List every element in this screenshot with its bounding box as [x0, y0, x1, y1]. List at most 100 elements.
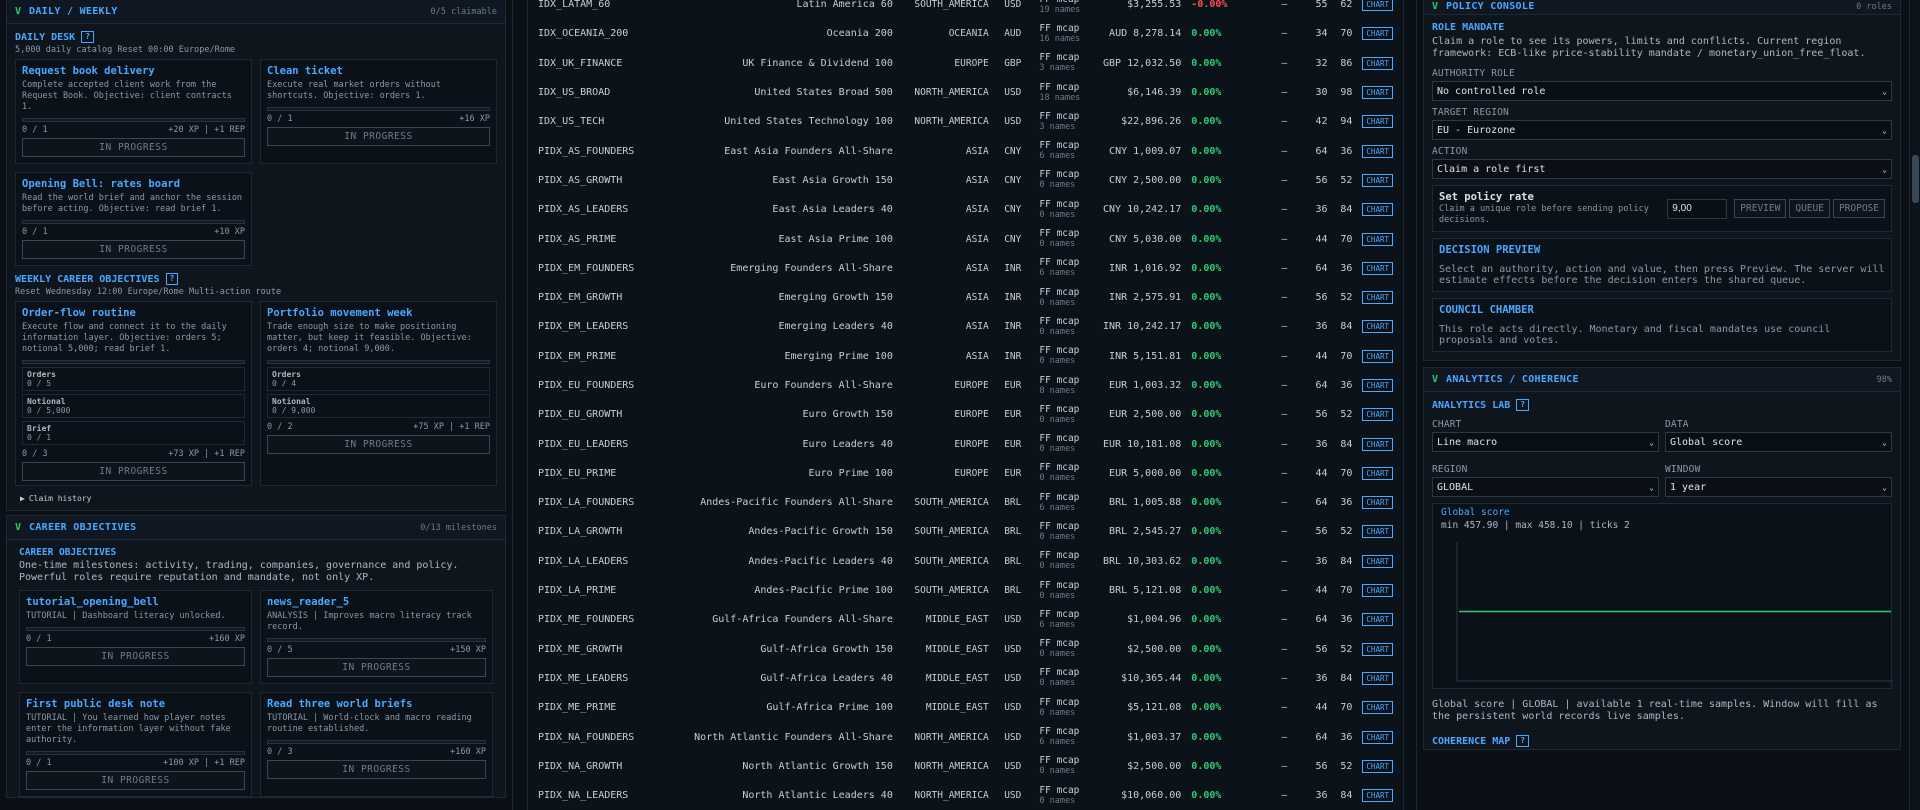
- chart-button[interactable]: CHART: [1362, 379, 1393, 392]
- panel-title: ANALYTICS / COHERENCE: [1446, 374, 1579, 385]
- queue-button[interactable]: QUEUE: [1789, 199, 1830, 218]
- help-icon[interactable]: ?: [165, 273, 179, 285]
- chart-button[interactable]: CHART: [1362, 115, 1393, 129]
- table-row[interactable]: PIDX_EM_GROWTH Emerging Growth 150 ASIA INR…: [528, 283, 1403, 312]
- table-row[interactable]: PIDX_NA_FOUNDERS North Atlantic Founders …: [528, 722, 1403, 751]
- chart-button[interactable]: CHART: [1362, 613, 1393, 627]
- table-row[interactable]: PIDX_ME_PRIME Gulf-Africa Prime 100 MIDDLE…: [528, 693, 1403, 722]
- table-row[interactable]: PIDX_EU_GROWTH Euro Growth 150 EUROPE EUR FF…: [528, 400, 1403, 429]
- table-row[interactable]: PIDX_AS_LEADERS East Asia Leaders 40 ASIA C…: [528, 195, 1403, 224]
- chart-button[interactable]: CHART: [1362, 525, 1393, 539]
- chart-button[interactable]: CHART: [1362, 144, 1393, 158]
- chart-button[interactable]: CHART: [1362, 554, 1393, 568]
- table-row[interactable]: IDX_UK_FINANCE UK Finance & Dividend 100 E…: [528, 49, 1403, 78]
- region-value: EU - Eurozone: [1437, 124, 1516, 136]
- chart-button[interactable]: CHART: [1362, 56, 1393, 70]
- progress-text: 0 / 3: [22, 449, 48, 459]
- table-row[interactable]: PIDX_EM_PRIME Emerging Prime 100 ASIA INR FF…: [528, 342, 1403, 371]
- help-icon[interactable]: ?: [1516, 735, 1530, 747]
- table-row[interactable]: PIDX_AS_GROWTH East Asia Growth 150 ASIA CN…: [528, 166, 1403, 195]
- table-row[interactable]: IDX_US_BROAD United States Broad 500 NORTH…: [528, 78, 1403, 107]
- chart-button[interactable]: CHART: [1362, 759, 1393, 773]
- page-scrollbar[interactable]: [1909, 0, 1920, 810]
- chart-button[interactable]: CHART: [1362, 437, 1393, 451]
- table-row[interactable]: IDX_US_TECH United States Technology 100 N…: [528, 107, 1403, 136]
- chart-button[interactable]: CHART: [1362, 701, 1393, 715]
- status-button[interactable]: IN PROGRESS: [267, 435, 490, 454]
- weighting-cell: FF mcap 0 names: [1021, 785, 1085, 806]
- policy-rate-input[interactable]: [1667, 198, 1728, 219]
- table-row[interactable]: PIDX_NA_GROWTH North Atlantic Growth 150 N…: [528, 752, 1403, 781]
- chart-button[interactable]: CHART: [1362, 232, 1393, 246]
- table-row[interactable]: PIDX_EU_PRIME Euro Prime 100 EUROPE EUR FF m…: [528, 459, 1403, 488]
- status-button[interactable]: IN PROGRESS: [267, 760, 486, 779]
- table-row[interactable]: PIDX_AS_FOUNDERS East Asia Founders All-S…: [528, 136, 1403, 165]
- table-row[interactable]: IDX_LATAM_60 Latin America 60 SOUTH_AMERIC…: [528, 0, 1403, 19]
- chart-button[interactable]: CHART: [1362, 349, 1393, 363]
- collapse-toggle[interactable]: V: [15, 522, 21, 533]
- chart-button[interactable]: CHART: [1362, 261, 1393, 275]
- window-select[interactable]: 1 year ⌄: [1665, 477, 1892, 497]
- table-row[interactable]: PIDX_LA_PRIME Andes-Pacific Prime 100 SOUT…: [528, 576, 1403, 605]
- collapse-toggle[interactable]: V: [15, 6, 21, 17]
- table-row[interactable]: PIDX_LA_LEADERS Andes-Pacific Leaders 40 S…: [528, 547, 1403, 576]
- status-button[interactable]: IN PROGRESS: [267, 658, 486, 677]
- help-icon[interactable]: ?: [1516, 399, 1530, 411]
- status-button[interactable]: IN PROGRESS: [22, 138, 245, 157]
- table-row[interactable]: PIDX_NA_LEADERS North Atlantic Leaders 40…: [528, 781, 1403, 810]
- action-select[interactable]: Claim a role first ⌄: [1432, 159, 1892, 179]
- chart-button[interactable]: CHART: [1362, 584, 1393, 598]
- career-header[interactable]: V CAREER OBJECTIVES 0/13 milestones: [7, 516, 505, 540]
- index-id: PIDX_ME_LEADERS: [538, 672, 629, 684]
- status-button[interactable]: IN PROGRESS: [22, 462, 245, 481]
- help-icon[interactable]: ?: [81, 31, 95, 43]
- status-button[interactable]: IN PROGRESS: [22, 240, 245, 259]
- metric-a: 36: [1315, 555, 1328, 567]
- analytics-region-select[interactable]: GLOBAL ⌄: [1432, 477, 1659, 497]
- table-row[interactable]: PIDX_EM_LEADERS Emerging Leaders 40 ASIA IN…: [528, 312, 1403, 341]
- chart-button[interactable]: CHART: [1362, 642, 1393, 656]
- policy-header[interactable]: V POLICY CONSOLE 0 roles: [1424, 0, 1900, 15]
- collapse-toggle[interactable]: V: [1432, 1, 1438, 12]
- chart-button[interactable]: CHART: [1362, 0, 1393, 12]
- table-row[interactable]: PIDX_LA_FOUNDERS Andes-Pacific Founders A…: [528, 488, 1403, 517]
- chart-button[interactable]: CHART: [1362, 320, 1393, 334]
- claim-history-toggle[interactable]: ▶ Claim history: [20, 492, 492, 504]
- table-row[interactable]: PIDX_ME_LEADERS Gulf-Africa Leaders 40 MID…: [528, 664, 1403, 693]
- collapse-toggle[interactable]: V: [1432, 374, 1438, 385]
- daily-weekly-header[interactable]: V DAILY / WEEKLY 0/5 claimable: [7, 0, 505, 24]
- data-select[interactable]: Global score ⌄: [1665, 432, 1892, 452]
- table-row[interactable]: IDX_OCEANIA_200 Oceania 200 OCEANIA AUD FF m…: [528, 19, 1403, 48]
- chart-button[interactable]: CHART: [1362, 86, 1393, 100]
- table-row[interactable]: PIDX_AS_PRIME East Asia Prime 100 ASIA CNY F…: [528, 224, 1403, 253]
- table-row[interactable]: PIDX_EU_LEADERS Euro Leaders 40 EUROPE EUR F…: [528, 429, 1403, 458]
- table-row[interactable]: PIDX_EU_FOUNDERS Euro Founders All-Share E…: [528, 371, 1403, 400]
- chart-button[interactable]: CHART: [1362, 789, 1393, 803]
- volume-cell: –: [1281, 585, 1288, 597]
- status-button[interactable]: IN PROGRESS: [267, 127, 490, 146]
- table-row[interactable]: PIDX_ME_FOUNDERS Gulf-Africa Founders All…: [528, 605, 1403, 634]
- region-select[interactable]: EU - Eurozone ⌄: [1432, 120, 1892, 140]
- analytics-header[interactable]: V ANALYTICS / COHERENCE 98%: [1424, 368, 1900, 392]
- chart-button[interactable]: CHART: [1362, 203, 1393, 217]
- status-button[interactable]: IN PROGRESS: [26, 647, 245, 666]
- table-row[interactable]: PIDX_EM_FOUNDERS Emerging Founders All-Sh…: [528, 254, 1403, 283]
- chart-button[interactable]: CHART: [1362, 408, 1393, 422]
- table-row[interactable]: PIDX_ME_GROWTH Gulf-Africa Growth 150 MIDD…: [528, 635, 1403, 664]
- preview-button[interactable]: PREVIEW: [1734, 199, 1787, 218]
- table-row[interactable]: PIDX_LA_GROWTH Andes-Pacific Growth 150 SO…: [528, 517, 1403, 546]
- chart-button[interactable]: CHART: [1362, 671, 1393, 685]
- chart-button[interactable]: CHART: [1362, 730, 1393, 744]
- chart-button[interactable]: CHART: [1362, 496, 1393, 510]
- chart-button[interactable]: CHART: [1362, 173, 1393, 187]
- authority-select[interactable]: No controlled role ⌄: [1432, 81, 1892, 101]
- chart-type-select[interactable]: Line macro ⌄: [1432, 432, 1659, 452]
- objective-card: Portfolio movement week Trade enough size…: [260, 301, 497, 486]
- chart-button[interactable]: CHART: [1362, 291, 1393, 305]
- status-button[interactable]: IN PROGRESS: [26, 771, 245, 790]
- chart-button[interactable]: CHART: [1362, 466, 1393, 480]
- chart-button[interactable]: CHART: [1362, 27, 1393, 41]
- metric-label: Brief: [27, 424, 52, 433]
- scrollbar-thumb[interactable]: [1912, 155, 1919, 203]
- propose-button[interactable]: PROPOSE: [1832, 199, 1885, 218]
